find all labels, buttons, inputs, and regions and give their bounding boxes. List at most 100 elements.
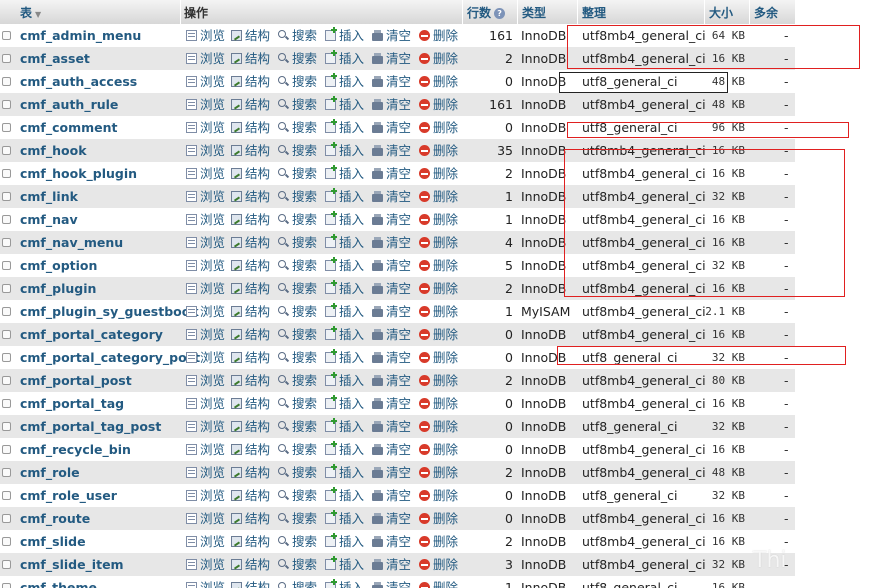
table-name-link[interactable]: cmf_auth_access	[20, 70, 137, 93]
insert-action[interactable]: 插入	[325, 369, 364, 392]
browse-action[interactable]: 浏览	[186, 24, 225, 47]
browse-action[interactable]: 浏览	[186, 277, 225, 300]
sort-rows-link[interactable]: 行数	[467, 6, 491, 20]
row-checkbox[interactable]	[2, 100, 11, 109]
structure-action[interactable]: 结构	[231, 162, 270, 185]
structure-action[interactable]: 结构	[231, 369, 270, 392]
search-action[interactable]: 搜索	[278, 346, 317, 369]
browse-action[interactable]: 浏览	[186, 392, 225, 415]
structure-action[interactable]: 结构	[231, 553, 270, 576]
drop-action[interactable]: 删除	[419, 300, 458, 323]
table-name-link[interactable]: cmf_portal_category	[20, 323, 163, 346]
drop-action[interactable]: 删除	[419, 530, 458, 553]
insert-action[interactable]: 插入	[325, 185, 364, 208]
structure-action[interactable]: 结构	[231, 277, 270, 300]
structure-action[interactable]: 结构	[231, 323, 270, 346]
search-action[interactable]: 搜索	[278, 185, 317, 208]
table-name-link[interactable]: cmf_hook_plugin	[20, 162, 137, 185]
empty-action[interactable]: 清空	[372, 277, 411, 300]
structure-action[interactable]: 结构	[231, 139, 270, 162]
search-action[interactable]: 搜索	[278, 70, 317, 93]
drop-action[interactable]: 删除	[419, 461, 458, 484]
search-action[interactable]: 搜索	[278, 530, 317, 553]
empty-action[interactable]: 清空	[372, 208, 411, 231]
table-name-link[interactable]: cmf_plugin_sy_guestbook	[20, 300, 199, 323]
browse-action[interactable]: 浏览	[186, 139, 225, 162]
structure-action[interactable]: 结构	[231, 392, 270, 415]
drop-action[interactable]: 删除	[419, 162, 458, 185]
sort-overhead-link[interactable]: 多余	[754, 6, 778, 20]
drop-action[interactable]: 删除	[419, 93, 458, 116]
structure-action[interactable]: 结构	[231, 461, 270, 484]
table-name-link[interactable]: cmf_plugin	[20, 277, 96, 300]
drop-action[interactable]: 删除	[419, 392, 458, 415]
table-name-link[interactable]: cmf_asset	[20, 47, 90, 70]
drop-action[interactable]: 删除	[419, 47, 458, 70]
row-checkbox[interactable]	[2, 215, 11, 224]
row-checkbox[interactable]	[2, 514, 11, 523]
insert-action[interactable]: 插入	[325, 300, 364, 323]
structure-action[interactable]: 结构	[231, 484, 270, 507]
table-name-link[interactable]: cmf_portal_tag_post	[20, 415, 161, 438]
drop-action[interactable]: 删除	[419, 484, 458, 507]
browse-action[interactable]: 浏览	[186, 231, 225, 254]
table-name-link[interactable]: cmf_nav	[20, 208, 78, 231]
search-action[interactable]: 搜索	[278, 24, 317, 47]
search-action[interactable]: 搜索	[278, 162, 317, 185]
browse-action[interactable]: 浏览	[186, 484, 225, 507]
drop-action[interactable]: 删除	[419, 139, 458, 162]
header-type[interactable]: 类型	[522, 0, 546, 24]
table-name-link[interactable]: cmf_role	[20, 461, 80, 484]
row-checkbox[interactable]	[2, 376, 11, 385]
header-collation[interactable]: 整理	[582, 0, 606, 24]
drop-action[interactable]: 删除	[419, 231, 458, 254]
empty-action[interactable]: 清空	[372, 162, 411, 185]
sort-size-link[interactable]: 大小	[709, 6, 733, 20]
search-action[interactable]: 搜索	[278, 369, 317, 392]
sort-table-link[interactable]: 表	[20, 6, 32, 20]
drop-action[interactable]: 删除	[419, 185, 458, 208]
search-action[interactable]: 搜索	[278, 415, 317, 438]
table-name-link[interactable]: cmf_nav_menu	[20, 231, 123, 254]
insert-action[interactable]: 插入	[325, 553, 364, 576]
row-checkbox[interactable]	[2, 330, 11, 339]
browse-action[interactable]: 浏览	[186, 438, 225, 461]
search-action[interactable]: 搜索	[278, 231, 317, 254]
row-checkbox[interactable]	[2, 307, 11, 316]
browse-action[interactable]: 浏览	[186, 93, 225, 116]
browse-action[interactable]: 浏览	[186, 70, 225, 93]
drop-action[interactable]: 删除	[419, 323, 458, 346]
row-checkbox[interactable]	[2, 468, 11, 477]
insert-action[interactable]: 插入	[325, 392, 364, 415]
row-checkbox[interactable]	[2, 491, 11, 500]
insert-action[interactable]: 插入	[325, 507, 364, 530]
table-name-link[interactable]: cmf_option	[20, 254, 97, 277]
search-action[interactable]: 搜索	[278, 254, 317, 277]
header-size[interactable]: 大小	[709, 0, 733, 24]
browse-action[interactable]: 浏览	[186, 254, 225, 277]
empty-action[interactable]: 清空	[372, 93, 411, 116]
insert-action[interactable]: 插入	[325, 139, 364, 162]
empty-action[interactable]: 清空	[372, 369, 411, 392]
row-checkbox[interactable]	[2, 77, 11, 86]
row-checkbox[interactable]	[2, 192, 11, 201]
search-action[interactable]: 搜索	[278, 93, 317, 116]
table-name-link[interactable]: cmf_link	[20, 185, 78, 208]
search-action[interactable]: 搜索	[278, 323, 317, 346]
row-checkbox[interactable]	[2, 146, 11, 155]
table-name-link[interactable]: cmf_portal_category_post	[20, 346, 200, 369]
empty-action[interactable]: 清空	[372, 346, 411, 369]
browse-action[interactable]: 浏览	[186, 323, 225, 346]
drop-action[interactable]: 删除	[419, 576, 458, 588]
row-checkbox[interactable]	[2, 238, 11, 247]
table-name-link[interactable]: cmf_recycle_bin	[20, 438, 131, 461]
empty-action[interactable]: 清空	[372, 438, 411, 461]
table-name-link[interactable]: cmf_portal_post	[20, 369, 132, 392]
empty-action[interactable]: 清空	[372, 185, 411, 208]
drop-action[interactable]: 删除	[419, 254, 458, 277]
table-name-link[interactable]: cmf_role_user	[20, 484, 117, 507]
empty-action[interactable]: 清空	[372, 116, 411, 139]
insert-action[interactable]: 插入	[325, 162, 364, 185]
insert-action[interactable]: 插入	[325, 323, 364, 346]
empty-action[interactable]: 清空	[372, 553, 411, 576]
